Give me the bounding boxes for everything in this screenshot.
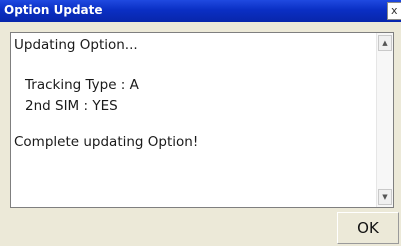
complete-status-text: Complete updating Option! <box>14 134 199 150</box>
close-button[interactable]: x <box>387 2 401 20</box>
message-content: Updating Option... Tracking Type : A 2nd… <box>14 37 369 205</box>
scroll-up-icon[interactable]: ▲ <box>378 35 392 51</box>
status-updating-text: Updating Option... <box>14 37 138 53</box>
scroll-down-icon[interactable]: ▼ <box>378 189 392 205</box>
second-sim-text: 2nd SIM : YES <box>25 98 118 114</box>
option-update-dialog: Option Update x Updating Option... Track… <box>0 0 401 246</box>
vertical-scrollbar[interactable]: ▲ ▼ <box>376 33 393 207</box>
window-title: Option Update <box>4 3 103 17</box>
title-bar: Option Update x <box>0 0 401 22</box>
tracking-type-text: Tracking Type : A <box>25 77 139 93</box>
ok-button[interactable]: OK <box>337 212 399 244</box>
message-textbox[interactable]: Updating Option... Tracking Type : A 2nd… <box>10 32 394 208</box>
